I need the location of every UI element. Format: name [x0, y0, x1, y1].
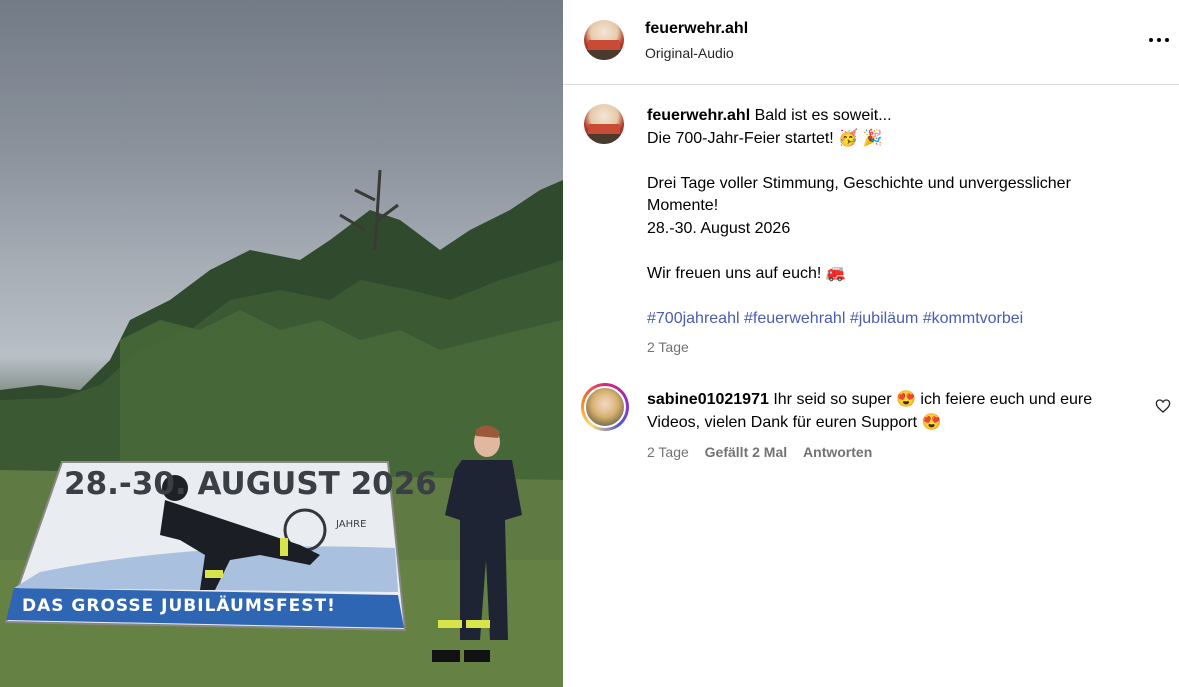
banner-jahre-label: JAHRE [336, 519, 367, 530]
caption-username[interactable]: feuerwehr.ahl [647, 107, 750, 124]
caption-line: Momente! [647, 197, 719, 214]
comment-meta: 2 Tage Gefällt 2 Mal Antworten [647, 444, 884, 460]
caption-line: Die 700-Jahr-Feier startet! 🥳 🎉 [647, 129, 883, 147]
caption-line [647, 285, 1147, 308]
reply-button[interactable]: Antworten [803, 444, 872, 460]
audio-link[interactable]: Original-Audio [645, 45, 734, 61]
comment-text: sabine01021971 Ihr seid so super 😍 ich f… [647, 391, 1093, 431]
more-options-icon[interactable] [1149, 30, 1171, 50]
banner-headline: 28.-30. AUGUST 2026 [64, 466, 437, 502]
comment-likes[interactable]: Gefällt 2 Mal [705, 444, 787, 460]
caption-line [647, 150, 1147, 173]
post-caption: feuerwehr.ahl Bald ist es soweit... Die … [647, 105, 1147, 330]
post-header: feuerwehr.ahl Original-Audio [563, 0, 1179, 85]
reel-video[interactable]: 28.-30. AUGUST 2026 JAHRE DAS GROSSE JUB… [0, 0, 563, 687]
caption-line: 28.-30. August 2026 [647, 219, 791, 237]
caption-line [647, 240, 1147, 263]
post-details-panel: feuerwehr.ahl Original-Audio feuerwehr.a… [563, 0, 1179, 687]
caption-line: feuerwehr.ahl Bald ist es soweit... [647, 107, 892, 124]
author-username[interactable]: feuerwehr.ahl [645, 20, 748, 38]
caption-hashtags[interactable]: #700jahreahl #feuerwehrahl #jubiläum #ko… [647, 308, 1147, 331]
post-timestamp[interactable]: 2 Tage [647, 339, 689, 355]
banner-subline: DAS GROSSE JUBILÄUMSFEST! [22, 596, 336, 616]
caption-line: Wir freuen uns auf euch! 🚒 [647, 264, 846, 282]
caption-line: Drei Tage voller Stimmung, Geschichte un… [647, 174, 1071, 192]
commenter-username[interactable]: sabine01021971 [647, 391, 769, 408]
caption-author-avatar[interactable] [584, 104, 624, 144]
heart-icon[interactable] [1155, 398, 1171, 414]
video-frame-illustration [0, 169, 563, 687]
comment-timestamp[interactable]: 2 Tage [647, 444, 689, 460]
author-avatar[interactable] [584, 20, 624, 60]
commenter-avatar[interactable] [581, 383, 629, 431]
